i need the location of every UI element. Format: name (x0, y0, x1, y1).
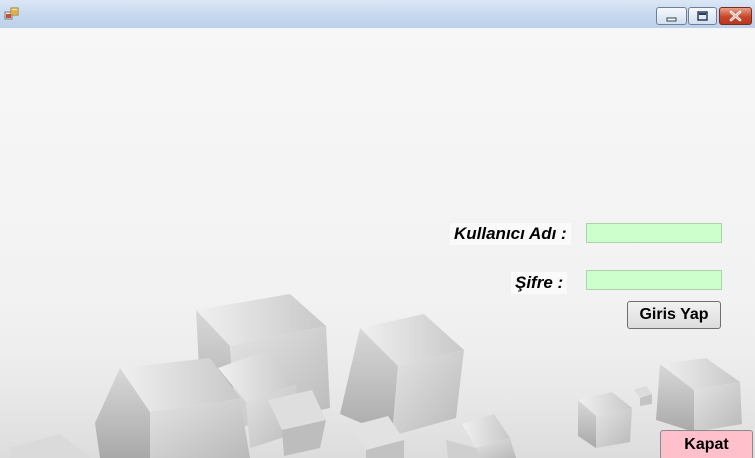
close-button[interactable]: Kapat (660, 430, 753, 458)
client-area: Kullanıcı Adı : Şifre : Giris Yap Kapat (0, 28, 755, 458)
cubes-background-image (0, 288, 755, 458)
title-bar[interactable] (0, 0, 755, 29)
login-window: Kullanıcı Adı : Şifre : Giris Yap Kapat (0, 0, 755, 458)
app-icon[interactable] (4, 6, 20, 22)
close-window-button[interactable] (719, 7, 752, 25)
maximize-button[interactable] (688, 7, 717, 25)
username-label: Kullanıcı Adı : (450, 223, 571, 245)
password-label: Şifre : (511, 272, 568, 294)
password-field[interactable] (586, 270, 722, 290)
maximize-icon (697, 11, 708, 21)
close-icon (729, 10, 742, 22)
minimize-icon (666, 17, 677, 22)
login-button[interactable]: Giris Yap (627, 301, 721, 329)
minimize-button[interactable] (656, 7, 687, 25)
username-field[interactable] (586, 223, 722, 243)
